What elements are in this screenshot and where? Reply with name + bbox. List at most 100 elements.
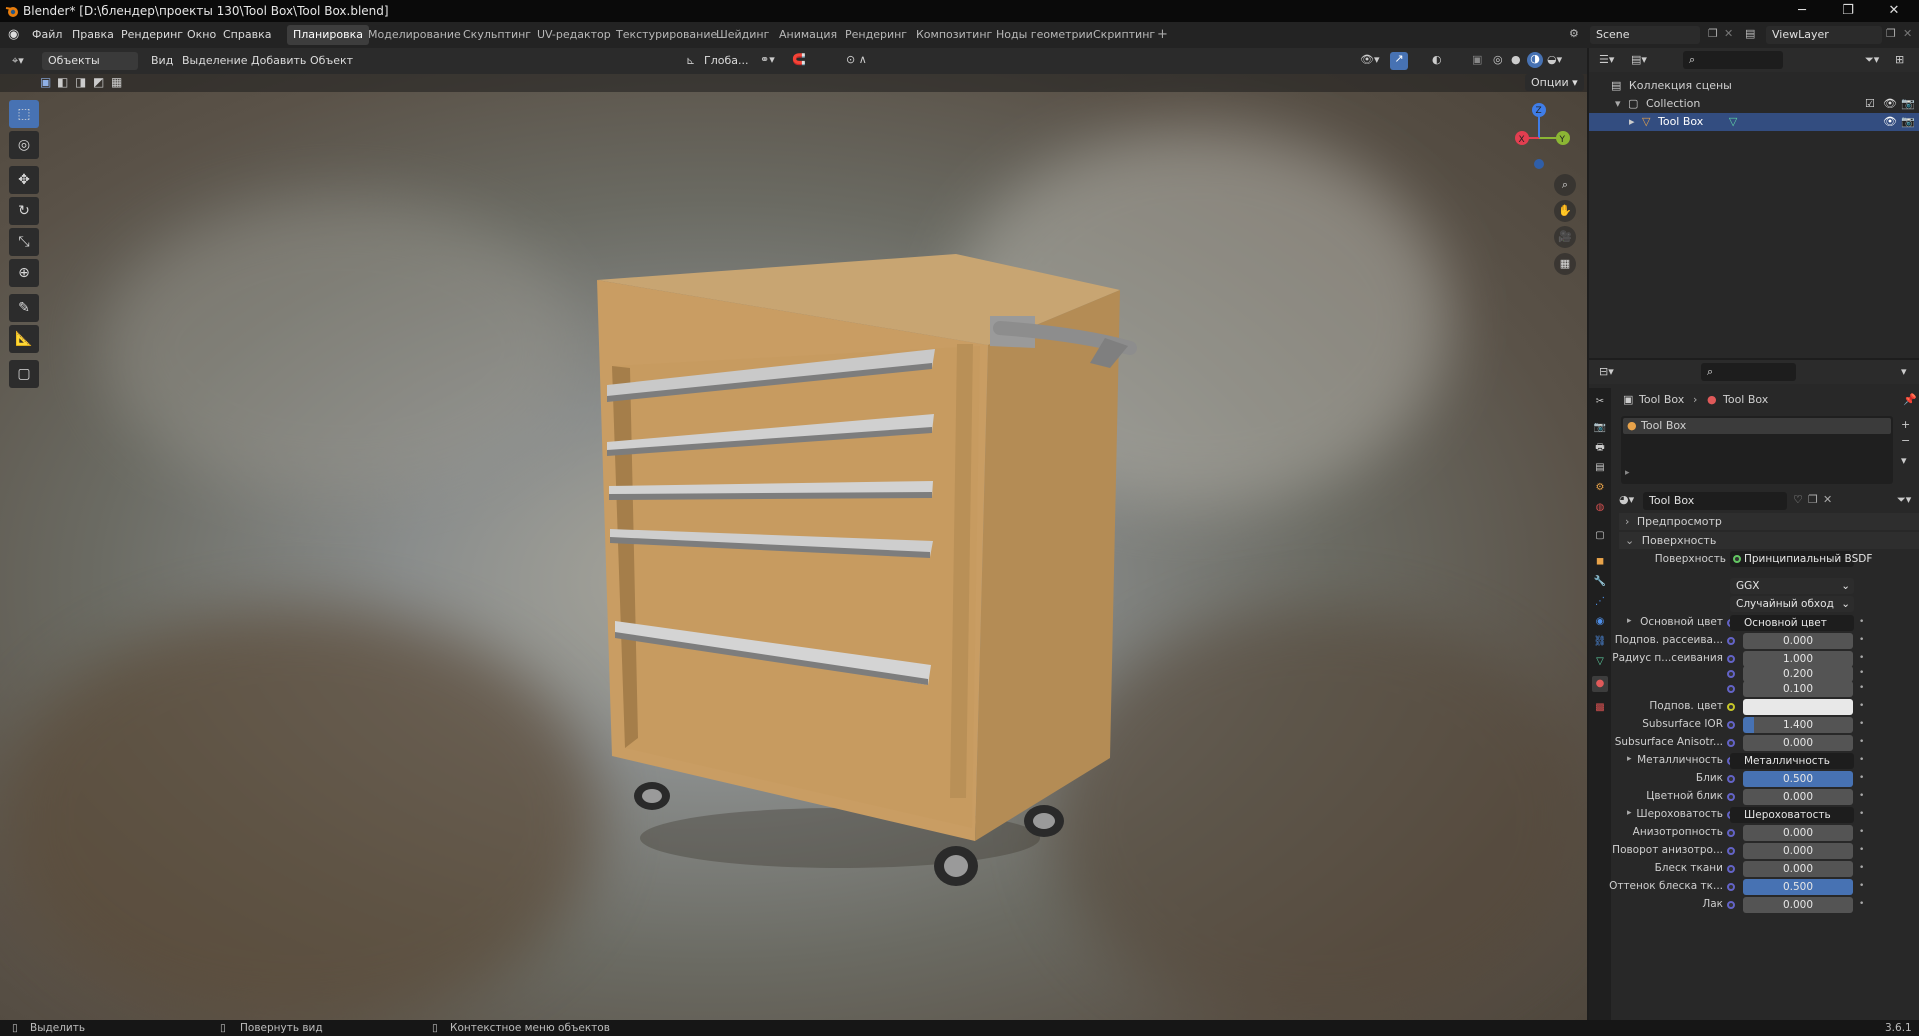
number-field[interactable]: 0.500: [1743, 879, 1853, 895]
tool-box-model[interactable]: [580, 238, 1140, 898]
transform-orientation-dropdown[interactable]: Глоба...: [704, 54, 748, 67]
pan-hand-icon[interactable]: ✋: [1554, 200, 1576, 222]
socket-icon[interactable]: [1727, 829, 1735, 837]
add-workspace-icon[interactable]: +: [1157, 27, 1168, 42]
material-browse-icon[interactable]: ◕▾: [1619, 493, 1634, 506]
color-swatch[interactable]: [1743, 699, 1853, 715]
socket-icon[interactable]: [1727, 655, 1735, 663]
socket-icon[interactable]: [1727, 670, 1735, 678]
menu-window[interactable]: Окно: [187, 28, 216, 41]
filter-icon[interactable]: ⏷▾: [1865, 53, 1879, 67]
tab-layout[interactable]: Планировка: [287, 25, 369, 45]
keyframe-icon[interactable]: •: [1859, 653, 1864, 663]
outliner-search-input[interactable]: ⌕: [1683, 51, 1783, 69]
snap-icon[interactable]: 🧲: [792, 53, 806, 66]
socket-icon[interactable]: [1727, 883, 1735, 891]
socket-icon[interactable]: [1727, 721, 1735, 729]
output-tab-icon[interactable]: 🖶: [1592, 440, 1608, 456]
socket-icon[interactable]: [1727, 865, 1735, 873]
number-field[interactable]: 0.000: [1743, 735, 1853, 751]
interaction-mode-dropdown[interactable]: Объекты: [42, 52, 138, 70]
close-button[interactable]: ✕: [1871, 0, 1917, 22]
socket-icon[interactable]: [1727, 775, 1735, 783]
view-layer-new-icon[interactable]: ❐: [1886, 27, 1896, 40]
perspective-toggle-icon[interactable]: ▦: [1554, 253, 1576, 275]
properties-options-icon[interactable]: ▾: [1901, 365, 1907, 378]
outliner-row-collection[interactable]: ▾ ▢ Collection ☑ 👁 📷: [1589, 95, 1919, 113]
select-mode-intersect-icon[interactable]: ▦: [111, 75, 122, 89]
scene-icon[interactable]: ⚙: [1569, 27, 1579, 40]
keyframe-icon[interactable]: •: [1859, 635, 1864, 645]
keyframe-icon[interactable]: •: [1859, 683, 1864, 693]
surface-panel-header[interactable]: ⌄ Поверхность: [1619, 532, 1919, 549]
menu-render[interactable]: Рендеринг: [121, 28, 183, 41]
number-field[interactable]: 1.400: [1743, 717, 1853, 733]
collection-expand-icon[interactable]: ▾: [1615, 97, 1621, 110]
menu-help[interactable]: Справка: [223, 28, 271, 41]
number-field[interactable]: 0.000: [1743, 861, 1853, 877]
tab-shading[interactable]: Шейдинг: [710, 25, 775, 45]
keyframe-icon[interactable]: •: [1859, 617, 1864, 627]
modifier-tab-icon[interactable]: 🔧: [1592, 574, 1608, 590]
view-layer-tab-icon[interactable]: ▤: [1592, 460, 1608, 476]
annotate-tool[interactable]: ✎: [9, 294, 39, 322]
tab-compositing[interactable]: Композитинг: [910, 25, 998, 45]
object-eye-icon[interactable]: 👁: [1883, 113, 1897, 131]
number-field[interactable]: 0.000: [1743, 843, 1853, 859]
socket-icon[interactable]: [1727, 637, 1735, 645]
xray-icon[interactable]: ▣: [1472, 53, 1482, 66]
socket-icon[interactable]: [1727, 703, 1735, 711]
keyframe-icon[interactable]: •: [1859, 755, 1864, 765]
menu-select[interactable]: Выделение: [182, 54, 248, 67]
menu-add[interactable]: Добавить: [251, 54, 306, 67]
tab-texture-paint[interactable]: Текстурирование: [610, 25, 723, 45]
collection-camera-icon[interactable]: 📷: [1901, 95, 1915, 113]
subsurface-method-dropdown[interactable]: Случайный обход ⌄: [1730, 596, 1854, 612]
overlays-icon[interactable]: ◐: [1432, 53, 1442, 66]
properties-editor-type-icon[interactable]: ⊟▾: [1599, 365, 1614, 378]
mesh-data-icon[interactable]: ▽: [1729, 115, 1737, 128]
linked-socket-field[interactable]: Шероховатость: [1730, 807, 1854, 823]
collection-eye-icon[interactable]: 👁: [1883, 95, 1897, 113]
display-mode-icon[interactable]: ▤▾: [1631, 53, 1647, 66]
keyframe-icon[interactable]: •: [1859, 668, 1864, 678]
slot-expand-icon[interactable]: ▸: [1625, 468, 1630, 478]
keyframe-icon[interactable]: •: [1859, 737, 1864, 747]
menu-edit[interactable]: Правка: [72, 28, 114, 41]
navigation-gizmo[interactable]: Y Z X: [1510, 98, 1570, 170]
tab-geometry-nodes[interactable]: Ноды геометрии: [990, 25, 1099, 45]
camera-view-icon[interactable]: 🎥: [1554, 226, 1576, 248]
number-field[interactable]: 0.000: [1743, 825, 1853, 841]
add-slot-icon[interactable]: +: [1901, 418, 1910, 431]
number-field[interactable]: 0.500: [1743, 771, 1853, 787]
view-layer-selector[interactable]: ViewLayer: [1766, 26, 1882, 44]
material-slot-item[interactable]: ● Tool Box: [1623, 418, 1891, 434]
linked-socket-field[interactable]: Металличность: [1730, 753, 1854, 769]
rotate-tool[interactable]: ↻: [9, 197, 39, 225]
maximize-button[interactable]: ❐: [1825, 0, 1871, 22]
tab-animation[interactable]: Анимация: [773, 25, 843, 45]
gizmo-toggle-icon[interactable]: ↗: [1390, 52, 1408, 70]
preview-panel-header[interactable]: › Предпросмотр: [1619, 513, 1919, 530]
number-field[interactable]: 0.100: [1743, 681, 1853, 697]
outliner-editor-type-icon[interactable]: ☰▾: [1599, 53, 1614, 66]
pivot-point-icon[interactable]: ⚭▾: [760, 53, 775, 66]
keyframe-icon[interactable]: •: [1859, 881, 1864, 891]
select-mode-new-icon[interactable]: ▣: [40, 75, 51, 89]
object-camera-icon[interactable]: 📷: [1901, 113, 1915, 131]
measure-tool[interactable]: 📐: [9, 325, 39, 353]
select-box-tool[interactable]: ⬚: [9, 100, 39, 128]
number-field[interactable]: 0.000: [1743, 633, 1853, 649]
scene-new-icon[interactable]: ❐: [1708, 27, 1718, 40]
material-name-field[interactable]: Tool Box: [1643, 492, 1787, 510]
socket-icon[interactable]: [1727, 739, 1735, 747]
tab-uv-editing[interactable]: UV-редактор: [531, 25, 617, 45]
select-mode-invert-icon[interactable]: ◩: [93, 75, 104, 89]
slot-specials-icon[interactable]: ▾: [1901, 454, 1907, 467]
socket-icon[interactable]: [1727, 793, 1735, 801]
editor-type-icon[interactable]: ⌖▾: [12, 54, 24, 68]
solid-shading-icon[interactable]: ●: [1511, 53, 1521, 66]
tab-scripting[interactable]: Скриптинг: [1087, 25, 1161, 45]
wireframe-shading-icon[interactable]: ◎: [1493, 53, 1503, 66]
select-mode-extend-icon[interactable]: ◧: [57, 75, 68, 89]
